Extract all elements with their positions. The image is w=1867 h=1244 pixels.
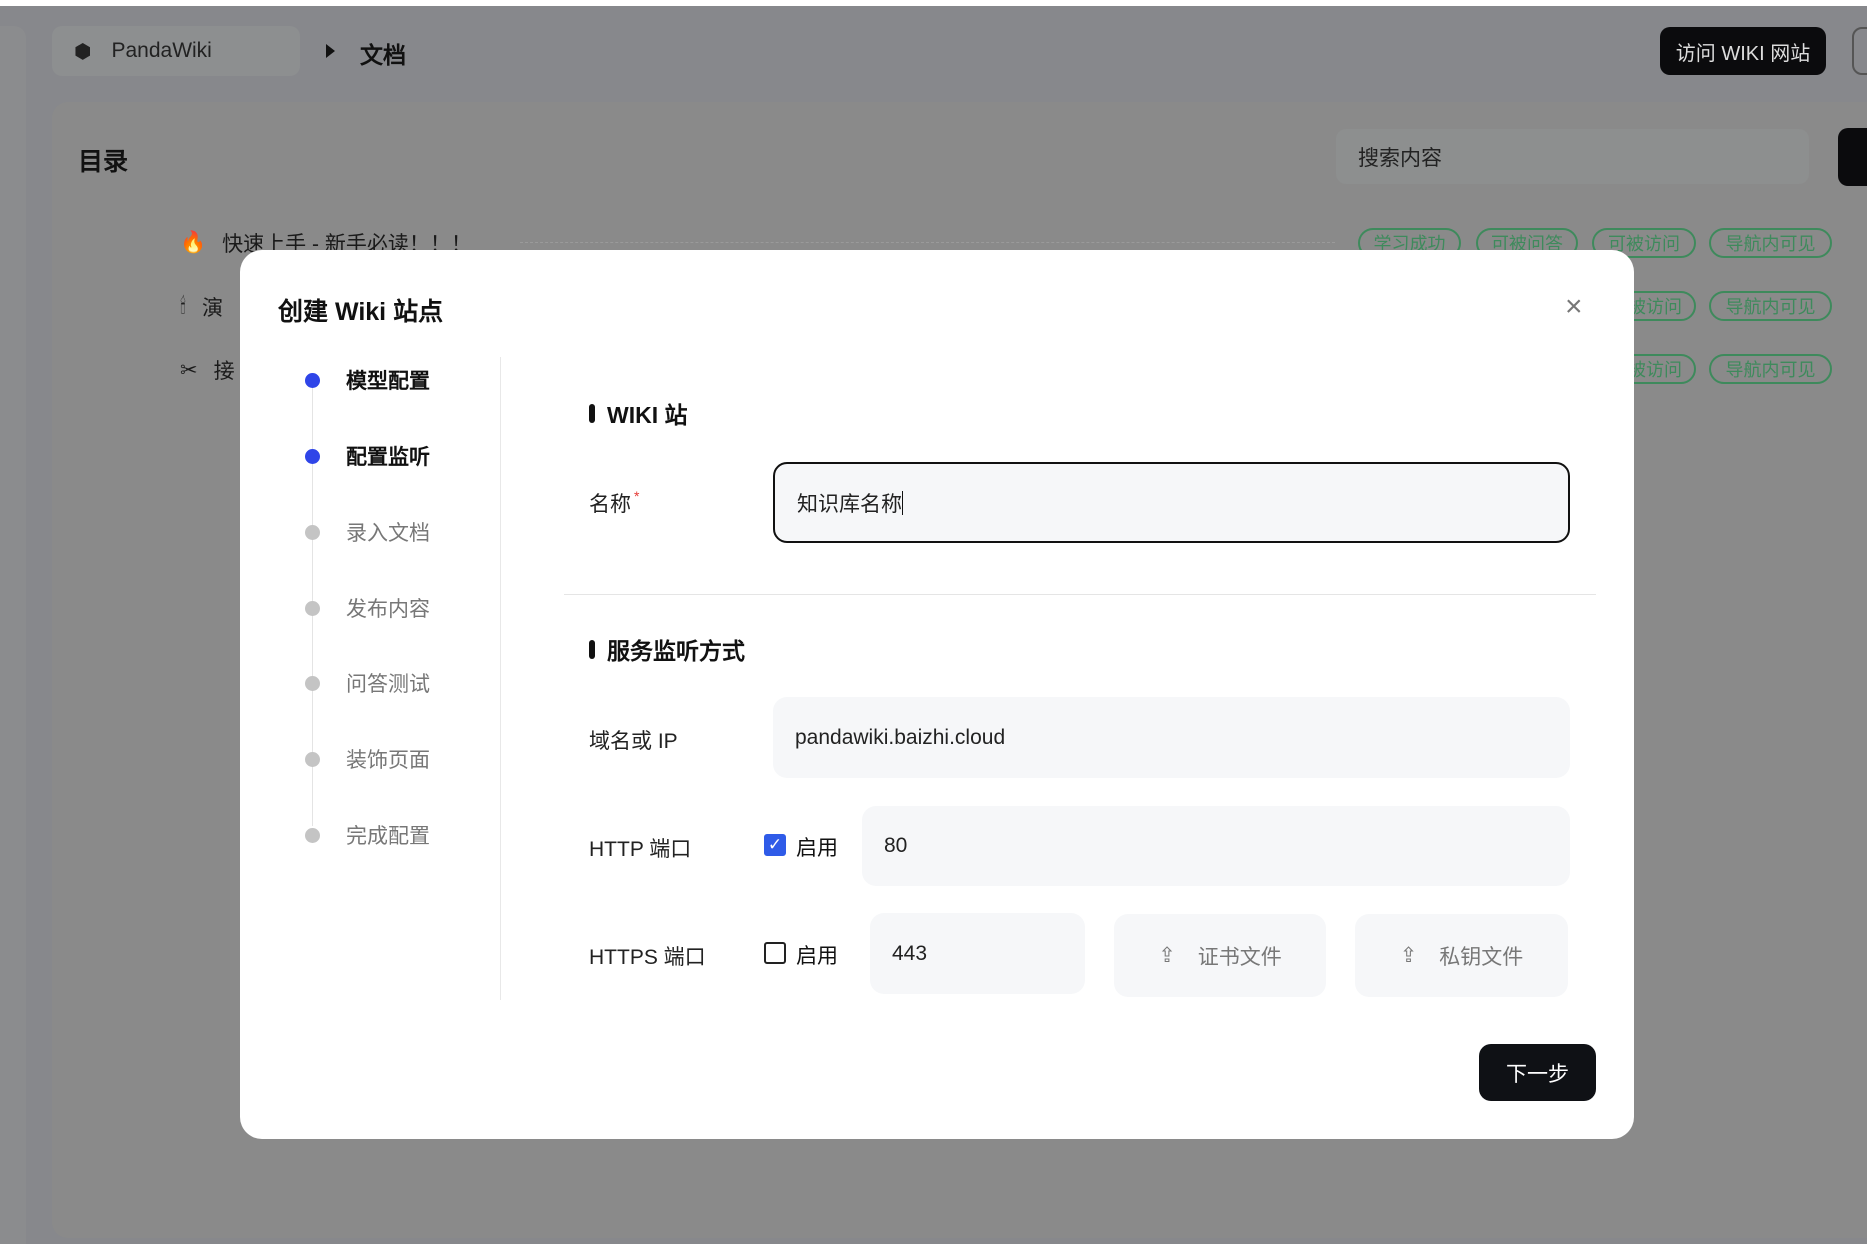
step-label: 发布内容 (346, 598, 430, 621)
upload-icon: ⇪ (1399, 944, 1418, 967)
create-wiki-dialog (240, 250, 1634, 1139)
step-finish: 完成配置 (305, 820, 430, 850)
step-listen-config: 配置监听 (305, 441, 430, 471)
http-enable-checkbox[interactable]: ✓ (764, 834, 786, 856)
doc-title: 演 (201, 297, 223, 320)
label-text: 名称 (589, 493, 631, 516)
left-nav (0, 26, 26, 1244)
tag: 导航内可见 (1709, 291, 1832, 321)
edge-button[interactable] (1852, 27, 1867, 75)
step-dot (305, 448, 320, 464)
step-publish: 发布内容 (305, 593, 430, 623)
tag: 导航内可见 (1709, 354, 1832, 384)
domain-input[interactable]: pandawiki.baizhi.cloud (773, 697, 1570, 778)
name-label: 名称 * (589, 488, 639, 518)
step-label: 问答测试 (346, 673, 430, 696)
step-dot (305, 751, 320, 767)
app-name: PandaWiki (111, 39, 212, 62)
tag: 导航内可见 (1709, 228, 1832, 258)
next-button[interactable]: 下一步 (1479, 1044, 1596, 1101)
https-port-input[interactable]: 443 (870, 913, 1085, 994)
close-icon[interactable]: × (1565, 290, 1583, 324)
breadcrumb-current: 文档 (360, 42, 406, 68)
step-qa-test: 问答测试 (305, 668, 430, 698)
cert-file-upload[interactable]: ⇪ 证书文件 (1114, 914, 1326, 997)
doc-row[interactable]: ✂ 接 (180, 355, 235, 385)
text-cursor (902, 490, 903, 515)
key-file-upload[interactable]: ⇪ 私钥文件 (1355, 914, 1568, 997)
row-leader (520, 242, 1335, 243)
doc-title: 接 (213, 360, 235, 383)
upload-icon: ⇪ (1158, 944, 1176, 967)
step-label: 完成配置 (346, 825, 430, 848)
candle-icon: 🕯 (180, 295, 186, 318)
step-label: 配置监听 (346, 446, 430, 469)
required-mark: * (634, 488, 640, 504)
http-label: HTTP 端口 (589, 838, 692, 861)
section-wiki: WIKI 站 (589, 396, 688, 430)
cert-label: 证书文件 (1197, 945, 1282, 969)
https-label: HTTPS 端口 (589, 946, 706, 969)
step-dot (305, 675, 320, 691)
search-input[interactable]: 搜索内容 (1336, 129, 1809, 184)
section-title: WIKI 站 (607, 402, 688, 428)
caret-right-icon (326, 44, 335, 58)
http-port-input[interactable]: 80 (862, 806, 1570, 886)
https-enable-checkbox[interactable] (764, 942, 786, 964)
step-import-docs: 录入文档 (305, 517, 430, 547)
key-label: 私钥文件 (1439, 945, 1524, 969)
http-enable-label: 启用 (796, 837, 838, 860)
step-dot (305, 600, 320, 616)
visit-wiki-button[interactable]: 访问 WIKI 网站 (1660, 27, 1826, 75)
doc-row[interactable]: 🕯 演 (180, 292, 223, 322)
step-label: 录入文档 (346, 522, 430, 545)
fire-icon: 🔥 (180, 231, 207, 254)
step-dot (305, 372, 320, 388)
section-divider (564, 594, 1596, 595)
divider (500, 357, 501, 1000)
step-decorate: 装饰页面 (305, 744, 430, 774)
step-label: 装饰页面 (346, 749, 430, 772)
step-label: 模型配置 (346, 370, 430, 393)
create-button[interactable] (1838, 128, 1867, 186)
toc-title: 目录 (78, 148, 129, 176)
https-enable-label: 启用 (796, 945, 838, 968)
domain-label: 域名或 IP (589, 730, 678, 753)
scissors-icon: ✂ (180, 358, 198, 382)
dialog-title: 创建 Wiki 站点 (278, 298, 444, 326)
section-service: 服务监听方式 (589, 632, 745, 666)
step-model-config: 模型配置 (305, 365, 430, 395)
section-marker (589, 403, 595, 423)
step-dot (305, 827, 320, 843)
cube-icon: ⬢ (74, 40, 92, 63)
section-title: 服务监听方式 (607, 638, 745, 664)
name-value: 知识库名称 (797, 492, 902, 516)
name-input[interactable]: 知识库名称 (773, 462, 1570, 543)
step-dot (305, 524, 320, 540)
top-strip (0, 0, 1867, 6)
section-marker (589, 639, 595, 659)
app-switcher[interactable]: ⬢ PandaWiki (52, 26, 300, 76)
